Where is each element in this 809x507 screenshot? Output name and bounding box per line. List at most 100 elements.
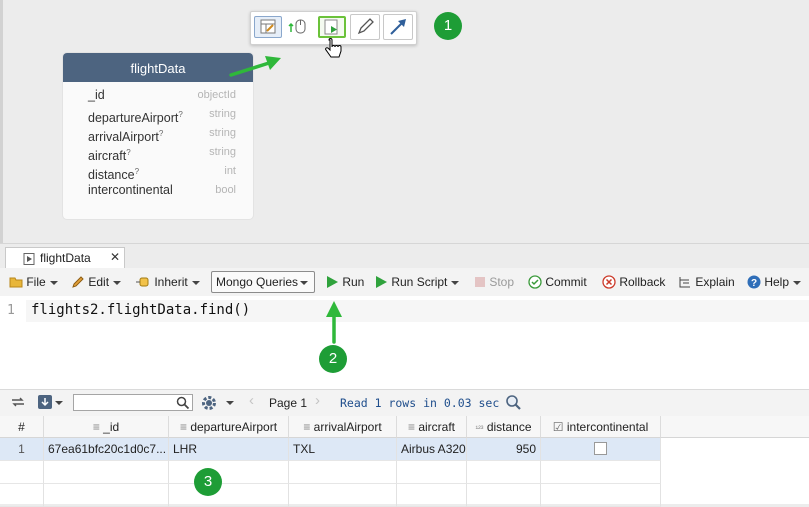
tab-label: flightData — [40, 251, 91, 265]
help-label: Help — [764, 275, 790, 289]
rollback-button[interactable]: Rollback — [602, 273, 665, 291]
entity-card-flightdata[interactable]: flightData _id objectId departureAirport… — [63, 53, 253, 219]
edit-label: Edit — [88, 275, 110, 289]
chevron-down-icon — [226, 401, 234, 405]
empty-cell — [0, 461, 44, 484]
commit-button[interactable]: Commit — [528, 273, 587, 291]
zoom-icon[interactable] — [505, 394, 522, 411]
table-cell-departure-airport[interactable]: LHR — [169, 438, 289, 461]
tab-flightdata[interactable]: flightData ✕ — [5, 247, 125, 269]
column-header-distance[interactable]: ¹²³ distance — [467, 416, 541, 438]
run-query-icon — [324, 19, 338, 35]
mode-select-value: Mongo Queries — [216, 275, 299, 289]
play-icon — [327, 276, 338, 288]
inherit-menu[interactable]: Inherit — [135, 273, 200, 291]
connector-button[interactable] — [383, 14, 413, 40]
chevron-down-icon — [55, 401, 63, 405]
refresh-icon[interactable] — [10, 395, 26, 409]
check-circle-icon — [528, 275, 542, 289]
explain-button[interactable]: Explain — [678, 273, 735, 291]
field-row[interactable]: arrivalAirport? string — [88, 124, 248, 144]
column-header-aircraft[interactable]: ≡ aircraft — [397, 416, 467, 438]
inherit-label: Inherit — [154, 275, 188, 289]
select-mode-button[interactable] — [286, 16, 314, 38]
edit-button[interactable] — [350, 14, 380, 40]
run-button[interactable]: Run — [325, 273, 364, 291]
table-view-button[interactable] — [254, 16, 282, 38]
column-label: intercontinental — [566, 420, 649, 434]
export-button[interactable] — [37, 394, 65, 410]
entity-title[interactable]: flightData — [63, 53, 253, 82]
help-icon: ? — [747, 275, 761, 289]
results-toolbar: ‹ Page 1 › Read 1 rows in 0.03 sec — [0, 389, 809, 417]
field-row[interactable]: distance? int — [88, 162, 248, 182]
table-cell-aircraft[interactable]: Airbus A320 — [397, 438, 467, 461]
field-type: bool — [215, 184, 236, 196]
table-cell-intercontinental[interactable] — [541, 438, 661, 461]
field-type: string — [209, 127, 236, 139]
field-type: int — [224, 165, 236, 177]
run-script-button[interactable]: Run Script — [374, 273, 460, 291]
column-label: arrivalAirport — [313, 420, 382, 434]
column-label: _id — [103, 420, 120, 434]
number-type-icon: ¹²³ — [475, 424, 484, 433]
mouse-pointer-icon — [288, 19, 306, 34]
header-filler — [661, 416, 809, 438]
tab-close-button[interactable]: ✕ — [110, 250, 120, 264]
empty-cell — [467, 461, 541, 484]
page-label: Page 1 — [269, 396, 308, 410]
intercontinental-checkbox[interactable] — [594, 442, 607, 455]
field-name: intercontinental — [88, 183, 173, 197]
column-label: distance — [486, 420, 532, 434]
annotation-arrow-icon — [326, 301, 342, 344]
column-header-departure-airport[interactable]: ≡ departureAirport — [169, 416, 289, 438]
pencil-icon — [357, 18, 374, 35]
field-row[interactable]: departureAirport? string — [88, 105, 248, 125]
rollback-label: Rollback — [619, 275, 666, 289]
step-badge-1: 1 — [434, 12, 462, 40]
text-type-icon: ≡ — [303, 420, 311, 434]
prev-page-button[interactable]: ‹ — [249, 392, 254, 409]
hand-cursor-icon — [325, 38, 342, 58]
results-grid[interactable]: # ≡ _id ≡ departureAirport ≡ arrivalAirp… — [0, 416, 809, 507]
table-cell-arrival-airport[interactable]: TXL — [289, 438, 397, 461]
settings-button[interactable] — [200, 394, 236, 412]
file-menu[interactable]: File — [9, 273, 58, 291]
empty-cell — [44, 461, 169, 484]
boolean-type-icon: ☑ — [552, 420, 564, 434]
stop-button[interactable]: Stop — [474, 273, 514, 291]
field-name: _id — [88, 88, 105, 102]
field-row[interactable]: aircraft? string — [88, 143, 248, 163]
run-label: Run — [342, 275, 365, 289]
mode-select[interactable]: Mongo Queries — [211, 271, 315, 293]
step-badge-2: 2 — [319, 345, 347, 373]
query-toolbar: File Edit Inherit Mongo Queries Run Run … — [0, 268, 809, 297]
table-cell-id[interactable]: 67ea61bfc20c1d0c7... — [44, 438, 169, 461]
next-page-button[interactable]: › — [315, 392, 320, 409]
edit-menu[interactable]: Edit — [71, 273, 122, 291]
column-header-arrival-airport[interactable]: ≡ arrivalAirport — [289, 416, 397, 438]
query-file-icon — [23, 253, 35, 265]
download-icon — [38, 395, 52, 409]
text-type-icon: ≡ — [407, 420, 415, 434]
help-menu[interactable]: ? Help — [747, 273, 802, 291]
empty-cell — [541, 461, 661, 484]
column-header-row-number[interactable]: # — [0, 416, 44, 438]
row-number-cell: 1 — [0, 438, 44, 461]
query-editor[interactable]: 1 flights2.flightData.find() 2 — [0, 296, 809, 389]
plug-icon — [136, 277, 149, 287]
field-row[interactable]: intercontinental bool — [88, 181, 248, 200]
run-query-button[interactable] — [318, 16, 346, 38]
column-header-intercontinental[interactable]: ☑ intercontinental — [541, 416, 661, 438]
diagram-canvas[interactable]: flightData _id objectId departureAirport… — [0, 0, 809, 243]
optional-mark: ? — [158, 129, 164, 138]
code-line[interactable]: flights2.flightData.find() — [31, 302, 250, 318]
column-label: aircraft — [418, 420, 456, 434]
field-row[interactable]: _id objectId — [88, 86, 248, 105]
column-header-id[interactable]: ≡ _id — [44, 416, 169, 438]
play-icon — [376, 276, 387, 288]
table-cell-distance[interactable]: 950 — [467, 438, 541, 461]
filter-input[interactable] — [73, 394, 193, 411]
explain-label: Explain — [695, 275, 735, 289]
field-type: objectId — [197, 89, 236, 101]
